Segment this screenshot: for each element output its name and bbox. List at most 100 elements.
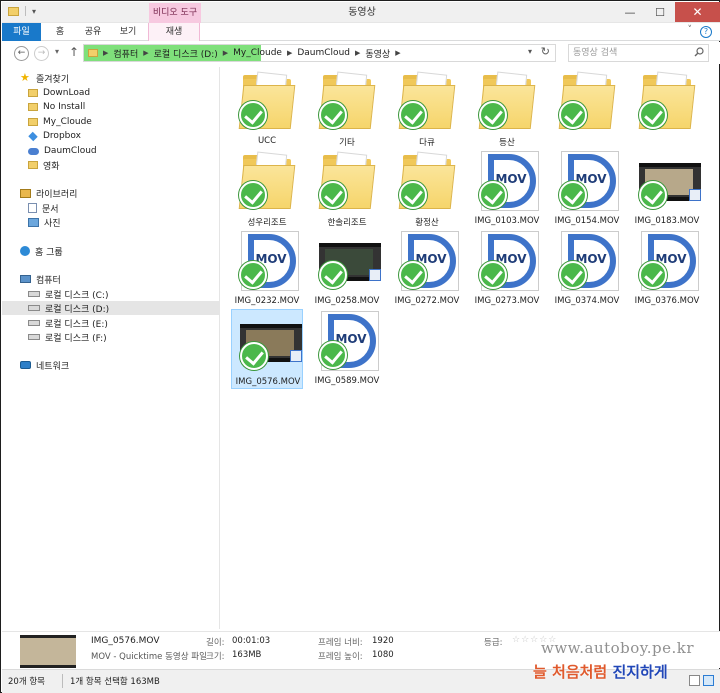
sidebar-item-label: 라이브러리 [36, 189, 78, 200]
sidebar-item-movies[interactable]: 영화 [28, 158, 60, 172]
video-file-item[interactable]: MOV IMG_0232.MOV [231, 229, 303, 309]
details-frame-width-label: 프레임 너비: [318, 638, 363, 648]
tab-playback[interactable]: 재생 [148, 23, 200, 41]
title-bar: ▾ 비디오 도구 동영상 — ☐ ✕ [2, 2, 720, 23]
tab-share[interactable]: 공유 [79, 23, 107, 41]
sidebar-item-documents[interactable]: 문서 [28, 201, 59, 215]
maximize-button[interactable]: ☐ [645, 2, 675, 22]
sidebar-item-label: 로컬 디스크 (D:) [45, 304, 110, 315]
refresh-icon[interactable]: ↻ [541, 45, 550, 58]
drive-icon [28, 305, 40, 311]
tab-home[interactable]: 홈 [47, 23, 73, 41]
sidebar-item-drive-d[interactable]: 로컬 디스크 (D:) [2, 301, 219, 315]
sidebar-item-daumcloud[interactable]: DaumCloud [28, 144, 97, 158]
customize-chevron-icon[interactable]: ▾ [32, 7, 36, 16]
navigation-pane: ★ 즐겨찾기 DownLoad No Install My_Cloude Drop… [2, 67, 220, 629]
sidebar-item-my-cloude[interactable]: My_Cloude [28, 115, 92, 129]
toolbar-divider [25, 6, 26, 16]
sidebar-favorites[interactable]: ★ 즐겨찾기 [20, 71, 69, 85]
collapse-ribbon-icon[interactable]: ˅ [688, 25, 693, 35]
sync-check-icon [239, 181, 267, 209]
video-file-item[interactable]: IMG_0183.MOV [631, 149, 703, 229]
minimize-button[interactable]: — [615, 2, 645, 22]
video-file-item[interactable]: MOV IMG_0589.MOV [311, 309, 383, 389]
breadcrumb-videos[interactable]: 동영상 [365, 47, 390, 60]
video-file-item[interactable]: IMG_0576.MOV [231, 309, 303, 389]
sidebar-network[interactable]: 네트워크 [20, 358, 69, 372]
address-history-chevron-icon[interactable]: ▾ [528, 47, 532, 56]
breadcrumb-my-cloude[interactable]: My_Cloude [233, 48, 282, 58]
details-length-value: 00:01:03 [232, 636, 271, 646]
video-file-item[interactable]: MOV IMG_0154.MOV [551, 149, 623, 229]
folder-item[interactable]: 한솔리조트 [311, 149, 383, 229]
up-button[interactable]: ↑ [69, 45, 79, 59]
details-rating-label: 등급: [484, 638, 503, 648]
details-view-icon[interactable] [689, 675, 700, 686]
folder-item[interactable]: 기타 [311, 69, 383, 149]
folder-icon [28, 103, 38, 111]
item-name: IMG_0258.MOV [314, 296, 380, 306]
item-name: 등산 [499, 138, 515, 148]
item-name: UCC [257, 136, 277, 146]
video-file-item[interactable]: MOV IMG_0272.MOV [391, 229, 463, 309]
search-input[interactable]: 동영상 검색 [568, 44, 709, 62]
breadcrumb-computer[interactable]: 컴퓨터 [113, 47, 138, 60]
sidebar-item-pictures[interactable]: 사진 [28, 215, 61, 229]
address-bar[interactable]: ▶ 컴퓨터 ▶ 로컬 디스크 (D:) ▶ My_Cloude ▶ DaumCl… [83, 44, 556, 62]
sidebar-item-drive-e[interactable]: 로컬 디스크 (E:) [28, 316, 108, 330]
breadcrumb-separator-icon[interactable]: ▶ [355, 49, 360, 57]
help-icon[interactable]: ? [700, 26, 712, 38]
sync-check-icon [319, 101, 347, 129]
tab-view[interactable]: 보기 [114, 23, 142, 41]
folder-item[interactable]: 성우리조트 [231, 149, 303, 229]
video-file-item[interactable]: IMG_0258.MOV [311, 229, 383, 309]
item-name: IMG_0376.MOV [634, 296, 700, 306]
large-icons-view-icon[interactable] [703, 675, 714, 686]
picture-icon [28, 217, 39, 227]
window-title: 동영상 [348, 7, 376, 18]
star-icon: ★ [20, 71, 30, 84]
video-file-item[interactable]: MOV IMG_0374.MOV [551, 229, 623, 309]
video-file-item[interactable]: MOV IMG_0376.MOV [631, 229, 703, 309]
details-frame-width-value: 1920 [372, 636, 394, 646]
sidebar-item-download[interactable]: DownLoad [28, 86, 90, 100]
sync-check-icon [399, 101, 427, 129]
breadcrumb-daumcloud[interactable]: DaumCloud [297, 48, 350, 58]
mov-file-icon: MOV [397, 231, 459, 293]
folder-item[interactable]: 황정산 [391, 149, 463, 229]
video-file-item[interactable]: MOV IMG_0103.MOV [471, 149, 543, 229]
video-file-item[interactable]: MOV IMG_0273.MOV [471, 229, 543, 309]
breadcrumb-separator-icon[interactable]: ▶ [395, 49, 400, 57]
sidebar-item-drive-f[interactable]: 로컬 디스크 (F:) [28, 330, 107, 344]
sidebar-homegroup[interactable]: 홈 그룹 [20, 244, 63, 258]
folder-item[interactable]: 다큐 [391, 69, 463, 149]
breadcrumb-separator-icon[interactable]: ▶ [103, 49, 108, 57]
back-button[interactable]: ← [14, 46, 29, 61]
tab-file[interactable]: 파일 [2, 23, 41, 41]
folder-item[interactable] [631, 69, 703, 149]
sidebar-item-no-install[interactable]: No Install [28, 100, 85, 114]
sidebar-item-dropbox[interactable]: Dropbox [28, 129, 81, 143]
search-placeholder: 동영상 검색 [573, 48, 618, 58]
folder-icon [477, 71, 539, 133]
recent-locations-chevron-icon[interactable]: ▾ [55, 47, 59, 56]
mov-file-icon: MOV [237, 231, 299, 293]
folder-item[interactable] [551, 69, 623, 149]
folder-icon[interactable] [8, 6, 19, 16]
context-tab-video-tools: 비디오 도구 [149, 3, 201, 23]
sidebar-computer[interactable]: 컴퓨터 [20, 272, 61, 286]
folder-item[interactable]: UCC [231, 69, 303, 149]
forward-button[interactable]: → [34, 46, 49, 61]
folder-item[interactable]: 등산 [471, 69, 543, 149]
breadcrumb-separator-icon[interactable]: ▶ [143, 49, 148, 57]
mov-file-icon: MOV [557, 151, 619, 213]
close-button[interactable]: ✕ [675, 2, 720, 22]
file-list: UCC 기타 다큐 등산 성우리조트 한솔리조트 황정산 MOV IMG_0103.MOV MOV… [223, 67, 719, 629]
sidebar-libraries[interactable]: 라이브러리 [20, 186, 77, 200]
breadcrumb-separator-icon[interactable]: ▶ [287, 49, 292, 57]
details-file-name: IMG_0576.MOV [91, 636, 160, 646]
breadcrumb-separator-icon[interactable]: ▶ [223, 49, 228, 57]
sidebar-item-drive-c[interactable]: 로컬 디스크 (C:) [28, 287, 108, 301]
sync-check-icon [479, 101, 507, 129]
breadcrumb-drive-d[interactable]: 로컬 디스크 (D:) [154, 47, 218, 60]
